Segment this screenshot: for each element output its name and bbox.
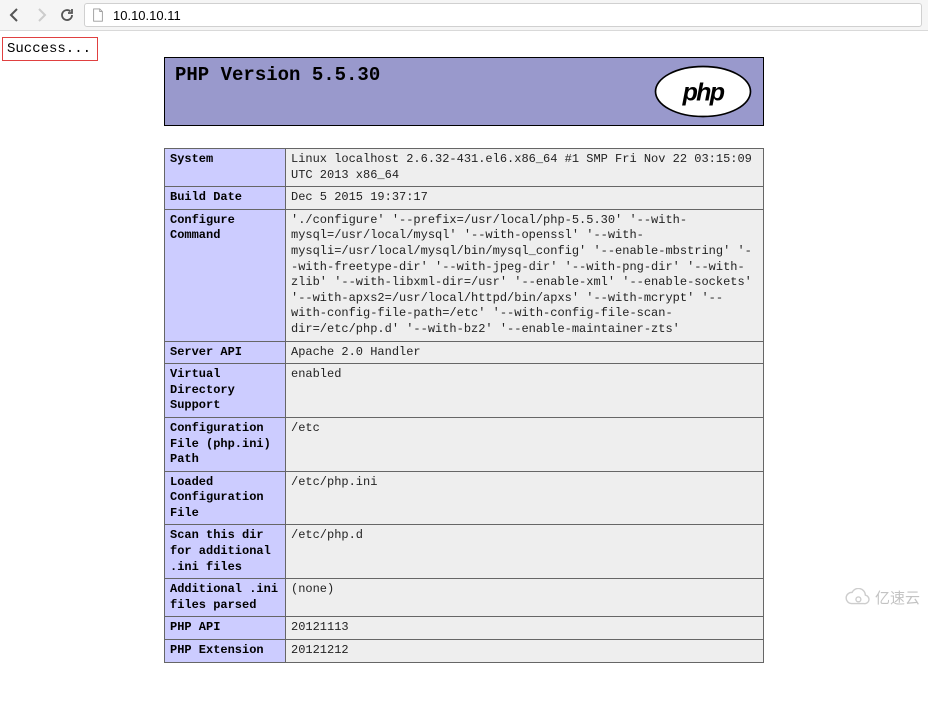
page-body: Success... php PHP Version 5.5.30 System…	[0, 31, 928, 703]
phpinfo-value: /etc/php.ini	[286, 471, 764, 525]
table-row: SystemLinux localhost 2.6.32-431.el6.x86…	[165, 149, 764, 187]
table-row: PHP Extension20121212	[165, 640, 764, 663]
phpinfo-value: Apache 2.0 Handler	[286, 341, 764, 364]
phpinfo-value: (none)	[286, 579, 764, 617]
phpinfo-key: Configuration File (php.ini) Path	[165, 417, 286, 471]
table-row: Loaded Configuration File/etc/php.ini	[165, 471, 764, 525]
phpinfo-table: SystemLinux localhost 2.6.32-431.el6.x86…	[164, 148, 764, 663]
address-bar[interactable]	[84, 3, 922, 27]
url-input[interactable]	[111, 7, 915, 24]
phpinfo-value: './configure' '--prefix=/usr/local/php-5…	[286, 209, 764, 341]
phpinfo-key: PHP Extension	[165, 640, 286, 663]
svg-text:php: php	[682, 79, 725, 107]
phpinfo-value: /etc/php.d	[286, 525, 764, 579]
phpinfo-value: enabled	[286, 364, 764, 418]
table-row: Scan this dir for additional .ini files/…	[165, 525, 764, 579]
phpinfo-key: System	[165, 149, 286, 187]
table-row: Build DateDec 5 2015 19:37:17	[165, 187, 764, 210]
phpinfo-container: php PHP Version 5.5.30 SystemLinux local…	[164, 41, 764, 663]
phpinfo-key: Scan this dir for additional .ini files	[165, 525, 286, 579]
success-highlight: Success...	[2, 37, 98, 61]
success-text: Success...	[7, 41, 91, 57]
back-button[interactable]	[6, 6, 24, 24]
watermark-text: 亿速云	[875, 587, 920, 608]
table-row: Additional .ini files parsed(none)	[165, 579, 764, 617]
browser-toolbar	[0, 0, 928, 31]
phpinfo-value: 20121113	[286, 617, 764, 640]
reload-button[interactable]	[58, 6, 76, 24]
table-row: Virtual Directory Supportenabled	[165, 364, 764, 418]
phpinfo-header-table: php PHP Version 5.5.30	[164, 57, 764, 126]
phpinfo-key: Loaded Configuration File	[165, 471, 286, 525]
phpinfo-value: /etc	[286, 417, 764, 471]
arrow-left-icon	[7, 7, 23, 23]
arrow-right-icon	[33, 7, 49, 23]
phpinfo-key: Build Date	[165, 187, 286, 210]
watermark: 亿速云	[843, 587, 920, 608]
phpinfo-key: Virtual Directory Support	[165, 364, 286, 418]
table-row: Server APIApache 2.0 Handler	[165, 341, 764, 364]
page-icon	[91, 8, 105, 22]
table-row: Configure Command'./configure' '--prefix…	[165, 209, 764, 341]
phpinfo-value: 20121212	[286, 640, 764, 663]
phpinfo-key: Server API	[165, 341, 286, 364]
php-logo: php	[653, 64, 753, 119]
table-row: PHP API20121113	[165, 617, 764, 640]
phpinfo-key: PHP API	[165, 617, 286, 640]
phpinfo-value: Dec 5 2015 19:37:17	[286, 187, 764, 210]
phpinfo-value: Linux localhost 2.6.32-431.el6.x86_64 #1…	[286, 149, 764, 187]
table-row: Configuration File (php.ini) Path/etc	[165, 417, 764, 471]
cloud-icon	[843, 588, 871, 608]
phpinfo-key: Additional .ini files parsed	[165, 579, 286, 617]
forward-button[interactable]	[32, 6, 50, 24]
phpinfo-key: Configure Command	[165, 209, 286, 341]
reload-icon	[59, 7, 75, 23]
